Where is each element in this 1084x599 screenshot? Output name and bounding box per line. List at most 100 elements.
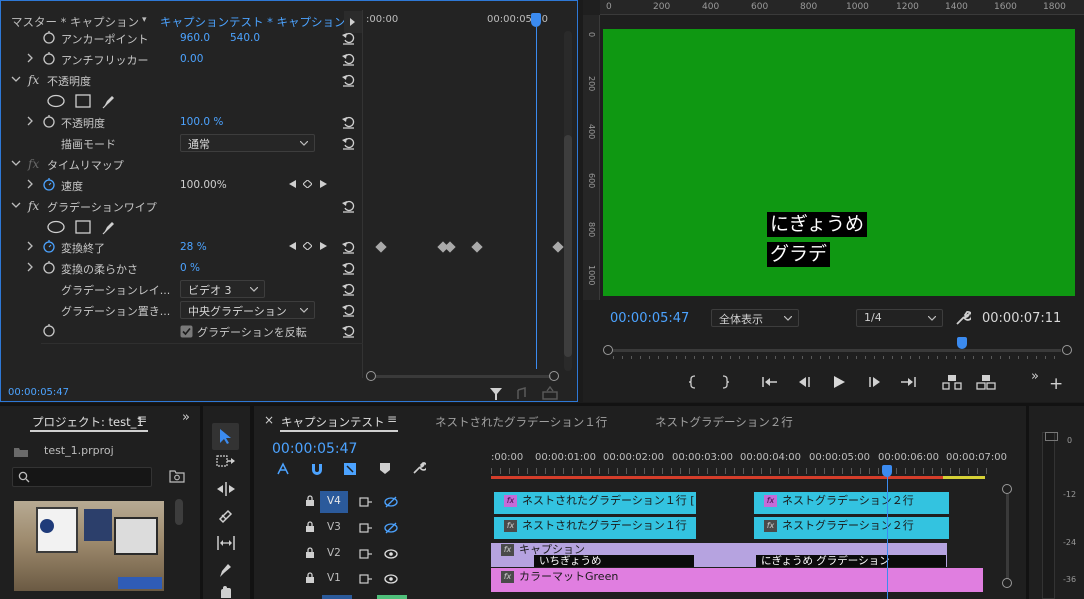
project-scrollbar[interactable] [175,499,183,525]
linked-selection-icon[interactable] [343,462,357,476]
antiflicker-value[interactable]: 0.00 [180,53,203,65]
stopwatch-icon[interactable] [42,51,56,65]
step-forward-icon[interactable] [868,376,882,388]
chevron-down-icon[interactable] [11,200,21,210]
chevron-right-icon[interactable] [25,241,35,251]
ec-hscroll-right-handle[interactable] [549,371,559,381]
clip-v4-nested-1[interactable]: fx ネストされたグラデーション１行 [ [494,492,696,514]
project-thumbnail[interactable] [14,501,164,591]
keyframe-marker[interactable] [471,241,483,253]
add-button-icon[interactable]: + [1049,374,1063,394]
new-bin-icon[interactable] [169,469,185,483]
extract-icon[interactable] [976,374,996,390]
timeline-tab-nested-2[interactable]: ネストグラデーション２行 [655,414,793,430]
snap-icon[interactable] [310,462,324,476]
eye-hidden-icon[interactable] [384,522,398,534]
panel-menu-icon[interactable]: ≡ [137,412,147,426]
selection-tool-button[interactable] [212,423,239,450]
chevron-down-icon[interactable] [11,158,21,168]
slip-icon[interactable] [216,535,236,551]
go-to-out-icon[interactable] [900,376,916,388]
vscroll-top-handle[interactable] [1002,484,1012,494]
gradient-placement-dropdown[interactable]: 中央グラデーション [180,301,315,319]
reset-icon[interactable] [341,135,356,150]
stopwatch-icon[interactable] [42,323,56,337]
play-icon[interactable] [832,375,846,389]
ripple-edit-icon[interactable] [216,481,236,497]
anchor-point-y[interactable]: 540.0 [230,32,260,44]
panel-menu-icon[interactable]: ≡ [387,412,397,426]
project-search-input[interactable] [12,467,152,487]
eye-icon[interactable] [384,573,398,585]
add-keyframe-icon[interactable] [303,180,312,188]
chevron-right-icon[interactable] [25,179,35,189]
track-select-icon[interactable] [216,454,236,468]
add-marker-icon[interactable] [380,463,390,475]
caption-segment-1[interactable]: いちぎょうめ [534,555,694,567]
lock-icon[interactable] [305,572,315,584]
reset-icon[interactable] [341,281,356,296]
chevron-right-icon[interactable] [25,53,35,63]
prev-keyframe-icon[interactable] [289,242,296,250]
stopwatch-icon[interactable] [42,30,56,44]
vscroll-bottom-handle[interactable] [1002,578,1012,588]
eye-icon[interactable] [384,548,398,560]
wrench-icon[interactable] [955,310,971,326]
ec-hscroll-left-handle[interactable] [366,371,376,381]
project-tab[interactable]: プロジェクト: test_1 [32,414,144,430]
pen-tool-icon[interactable] [217,562,233,578]
filter-icon[interactable] [489,387,503,401]
keyframe-marker[interactable] [375,241,387,253]
chevron-right-icon[interactable] [25,116,35,126]
lift-icon[interactable] [942,374,962,390]
reset-icon[interactable] [341,72,356,87]
gradient-layer-dropdown[interactable]: ビデオ 3 [180,280,265,298]
timeline-vscroll[interactable] [1002,484,1012,589]
ellipse-mask-icon[interactable] [47,220,65,234]
timeline-timecode[interactable]: 00:00:05:47 [272,441,357,457]
fx-icon[interactable]: fx [28,73,39,87]
track-target-a1[interactable] [322,595,352,599]
reset-icon[interactable] [341,302,356,317]
lock-icon[interactable] [305,495,315,507]
stopwatch-icon[interactable] [42,260,56,274]
ec-hscroll[interactable] [366,371,561,381]
clip-v3-nested-2[interactable]: fx ネストグラデーション２行 [754,517,949,539]
next-keyframe-icon[interactable] [320,180,327,188]
stopwatch-active-icon[interactable] [42,239,56,253]
more-controls-icon[interactable]: » [1031,369,1039,384]
ellipse-mask-icon[interactable] [47,94,65,108]
anchor-point-x[interactable]: 960.0 [180,32,210,44]
program-current-timecode[interactable]: 00:00:05:47 [610,311,689,326]
razor-icon[interactable] [217,508,233,524]
fx-icon[interactable]: fx [28,199,39,213]
reset-icon[interactable] [341,198,356,213]
speed-value[interactable]: 100.00% [180,179,227,191]
scrub-right-handle[interactable] [1062,345,1072,355]
close-tab-icon[interactable]: × [264,413,274,427]
nest-toggle-icon[interactable] [276,462,290,476]
more-panels-icon[interactable]: » [182,410,190,425]
timeline-ruler[interactable]: :00:00 00:00:01:00 00:00:02:00 00:00:03:… [491,450,1011,482]
reset-icon[interactable] [341,323,356,338]
chevron-down-icon[interactable]: ▾ [142,15,147,25]
ec-timecode[interactable]: 00:00:05:47 [8,387,69,398]
blend-mode-dropdown[interactable]: 通常 [180,134,315,152]
sync-lock-icon[interactable] [359,573,373,585]
lock-icon[interactable] [305,521,315,533]
timeline-tab-active[interactable]: キャプションテスト [281,414,385,430]
go-to-in-icon[interactable] [762,376,778,388]
prev-keyframe-icon[interactable] [289,180,296,188]
hand-tool-icon[interactable] [218,586,234,599]
chevron-down-icon[interactable] [11,74,21,84]
pen-mask-icon[interactable] [101,93,117,109]
clip-v3-nested-1[interactable]: fx ネストされたグラデーション１行 [494,517,696,539]
step-back-icon[interactable] [797,376,811,388]
eye-hidden-icon[interactable] [384,496,398,508]
keyframe-marker[interactable] [552,241,564,253]
stopwatch-icon[interactable] [42,114,56,128]
stopwatch-active-icon[interactable] [42,177,56,191]
opacity-value[interactable]: 100.0 % [180,116,223,128]
clip-v1-color-matte[interactable]: fx カラーマットGreen [491,568,983,592]
reset-icon[interactable] [341,239,356,254]
